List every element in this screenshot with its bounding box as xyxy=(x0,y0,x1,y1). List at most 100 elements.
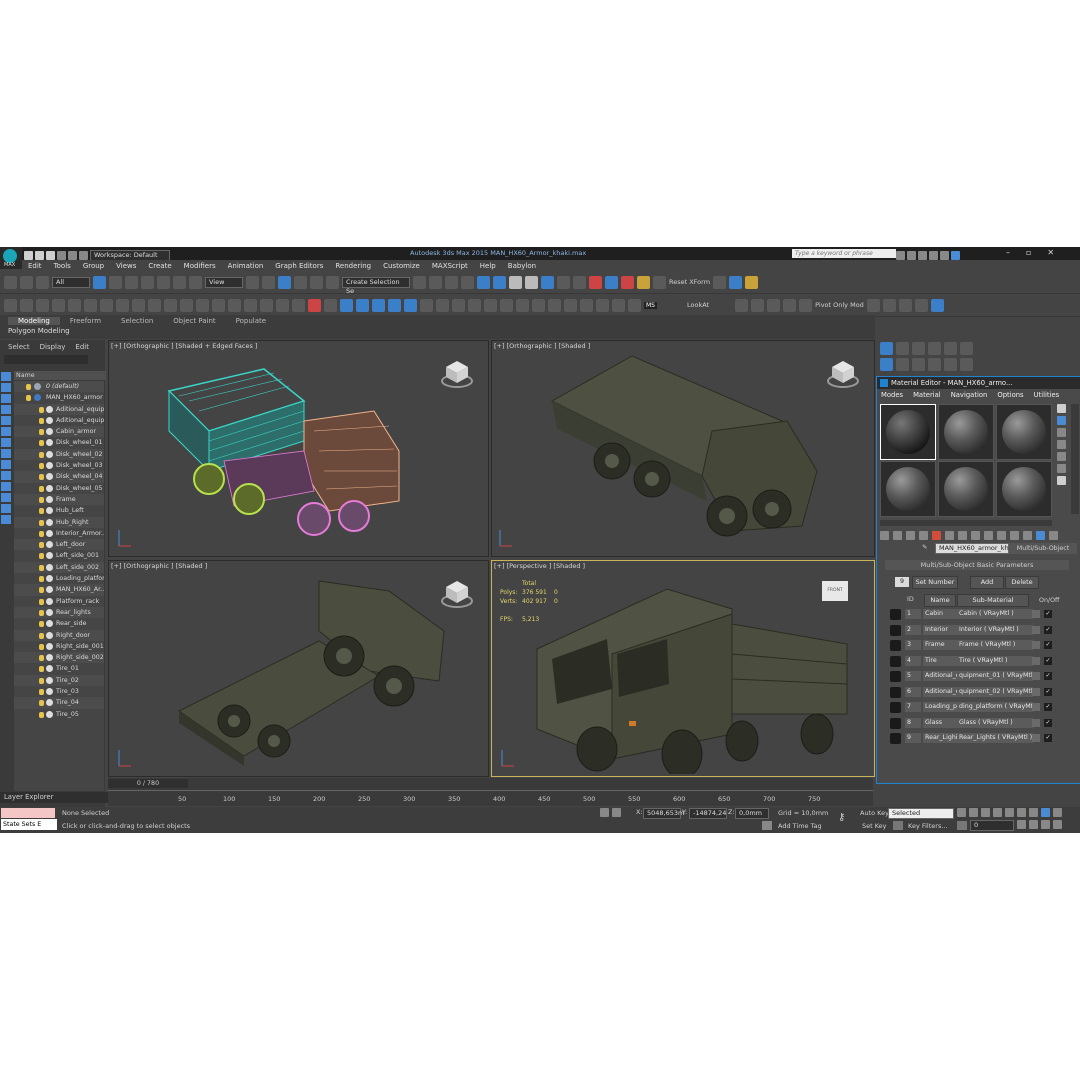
submaterial-on-checkbox[interactable]: ✓ xyxy=(1044,625,1052,634)
project-folder-icon[interactable] xyxy=(79,251,88,260)
submaterial-on-checkbox[interactable]: ✓ xyxy=(1044,687,1052,696)
scene-list-item[interactable]: Aditional_equip... xyxy=(14,403,104,415)
tab-modeling[interactable]: Modeling xyxy=(8,316,60,325)
explorer-tab-display[interactable]: Display xyxy=(40,343,66,351)
auto-key-button[interactable]: Auto Key xyxy=(860,809,889,817)
shapes-icon[interactable] xyxy=(896,358,909,371)
tool-icon-2[interactable] xyxy=(20,298,33,312)
menu-utilities[interactable]: Utilities xyxy=(1034,391,1060,399)
tube-icon[interactable] xyxy=(404,298,417,312)
scene-list-item[interactable]: Left_door xyxy=(14,539,104,551)
delete-button[interactable]: Delete xyxy=(1005,576,1039,589)
column-header-submaterial-button[interactable]: Sub-Material xyxy=(957,594,1029,607)
viewport-top-right[interactable]: [+] [Orthographic ] [Shaded ] xyxy=(491,340,875,557)
submaterial-name[interactable]: Cabin xyxy=(923,609,957,619)
tool-icon-21[interactable] xyxy=(420,298,433,312)
filter-lights-icon[interactable] xyxy=(1,394,11,403)
submaterial-button[interactable]: Glass ( VRayMtl ) xyxy=(957,717,1033,728)
key-set-dropdown[interactable]: Selected xyxy=(888,808,954,819)
explorer-tab-edit[interactable]: Edit xyxy=(75,343,89,351)
pan-icon[interactable] xyxy=(1053,808,1062,817)
visibility-bulb-icon[interactable] xyxy=(39,609,44,616)
zoom-icon[interactable] xyxy=(1017,808,1026,817)
visibility-bulb-icon[interactable] xyxy=(39,564,44,571)
viewcube-icon[interactable] xyxy=(440,359,474,389)
get-material-icon[interactable] xyxy=(880,531,889,540)
create-panel-icon[interactable] xyxy=(880,342,893,355)
z-coordinate-field[interactable]: 0,0mm xyxy=(735,808,769,819)
submaterial-on-checkbox[interactable]: ✓ xyxy=(1044,656,1052,665)
key-filters-button[interactable]: Key Filters... xyxy=(908,822,948,830)
set-number-button[interactable]: Set Number xyxy=(912,576,958,589)
minimize-icon[interactable]: – xyxy=(1006,248,1026,257)
tool-icon-7[interactable] xyxy=(100,298,113,312)
field-of-view-icon[interactable] xyxy=(1029,820,1038,829)
go-to-parent-icon[interactable] xyxy=(1010,531,1019,540)
tool-icon-11[interactable] xyxy=(164,298,177,312)
submaterial-id[interactable]: 6 xyxy=(905,686,921,697)
menu-views[interactable]: Views xyxy=(110,262,142,270)
material-slot-2[interactable] xyxy=(938,404,994,460)
rectangular-selection-icon[interactable] xyxy=(125,275,138,289)
percent-snap-icon[interactable] xyxy=(310,275,323,289)
scene-list-item[interactable]: Right_side_001 xyxy=(14,641,104,652)
visibility-bulb-icon[interactable] xyxy=(39,632,44,639)
menu-rendering[interactable]: Rendering xyxy=(329,262,377,270)
material-editor-scrollbar[interactable] xyxy=(1071,404,1079,514)
undo-icon[interactable] xyxy=(57,251,66,260)
submaterial-button[interactable]: quipment_01 ( VRayMtl ) xyxy=(957,671,1033,681)
target-icon[interactable] xyxy=(713,275,727,289)
tool-icon-30[interactable] xyxy=(564,298,577,312)
submaterial-name[interactable]: Rear_Lighi xyxy=(923,733,957,743)
default-in-out-tangent-icon[interactable] xyxy=(893,821,903,830)
x-coordinate-field[interactable]: 5048,653m xyxy=(643,808,684,819)
menu-help[interactable]: Help xyxy=(474,262,502,270)
menu-animation[interactable]: Animation xyxy=(222,262,270,270)
render-iterative-icon[interactable] xyxy=(573,275,586,289)
submaterial-button[interactable]: Cabin ( VRayMtl ) xyxy=(957,609,1033,619)
go-forward-sibling-icon[interactable] xyxy=(1023,531,1032,540)
filter-shapes-icon[interactable] xyxy=(1,383,11,392)
submaterial-on-checkbox[interactable]: ✓ xyxy=(1044,718,1052,727)
show-end-result-icon[interactable] xyxy=(997,531,1006,540)
submaterial-swatch[interactable] xyxy=(890,609,901,620)
submaterial-id[interactable]: 9 xyxy=(905,733,921,743)
pick-material-eyedropper-icon[interactable]: ✎ xyxy=(922,544,927,551)
new-file-icon[interactable] xyxy=(24,251,33,260)
plane-icon[interactable] xyxy=(637,275,650,289)
scene-list-item[interactable]: Disk_wheel_01 xyxy=(14,437,104,448)
scene-list-item[interactable]: Disk_wheel_03 xyxy=(14,460,104,471)
set-number-field[interactable]: 9 xyxy=(895,577,909,587)
tool-icon-24[interactable] xyxy=(468,298,481,312)
time-tag-icon[interactable] xyxy=(762,821,772,830)
explorer-tab-select[interactable]: Select xyxy=(8,343,30,351)
open-file-icon[interactable] xyxy=(35,251,44,260)
binoculars-icon[interactable] xyxy=(896,251,905,260)
box-icon[interactable] xyxy=(372,298,385,312)
unlink-icon[interactable] xyxy=(20,275,33,289)
tool-icon-8[interactable] xyxy=(116,298,129,312)
submaterial-name[interactable]: Frame xyxy=(923,640,957,650)
menu-navigation[interactable]: Navigation xyxy=(951,391,988,399)
scene-list-item[interactable]: Cabin_armor xyxy=(14,426,104,438)
tool-icon-34[interactable] xyxy=(751,298,765,312)
visibility-bulb-icon[interactable] xyxy=(39,519,44,526)
tool-icon-35[interactable] xyxy=(767,298,781,312)
angle-snap-icon[interactable] xyxy=(294,275,307,289)
scene-list-item[interactable]: Disk_wheel_05 xyxy=(14,483,104,494)
assign-to-selection-icon[interactable] xyxy=(906,531,915,540)
material-map-navigator-icon[interactable] xyxy=(1049,531,1058,540)
maximize-icon[interactable]: ▫ xyxy=(1026,248,1047,257)
visibility-bulb-icon[interactable] xyxy=(39,655,44,662)
scene-list-item[interactable]: Disk_wheel_02 xyxy=(14,448,104,461)
submaterial-id[interactable]: 8 xyxy=(905,717,921,728)
help-icon[interactable] xyxy=(951,251,960,260)
material-type-button[interactable]: Multi/Sub-Object xyxy=(1009,543,1077,554)
cone-icon[interactable] xyxy=(356,298,369,312)
submaterial-id[interactable]: 7 xyxy=(905,702,921,712)
menu-options[interactable]: Options xyxy=(997,391,1023,399)
wand-icon[interactable] xyxy=(745,275,759,289)
delete-material-icon[interactable] xyxy=(932,531,941,540)
align-icon[interactable] xyxy=(429,275,442,289)
lookat-button[interactable]: LookAt xyxy=(687,301,709,309)
